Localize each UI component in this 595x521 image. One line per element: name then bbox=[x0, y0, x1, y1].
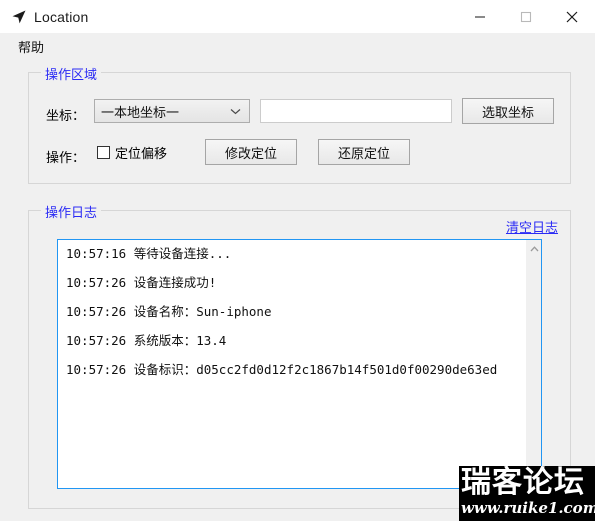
menu-item-help[interactable]: 帮助 bbox=[12, 35, 50, 58]
log-line: 10:57:26 设备名称：Sun-iphone bbox=[66, 304, 272, 319]
watermark-url: www.ruike1.com bbox=[461, 499, 595, 517]
coordinate-select[interactable]: 一本地坐标一 bbox=[94, 99, 250, 123]
coordinate-input[interactable] bbox=[260, 99, 452, 123]
coordinate-select-value: 一本地坐标一 bbox=[101, 105, 180, 121]
operation-label: 操作： bbox=[46, 151, 86, 166]
log-line-list: 10:57:16 等待设备连接... 10:57:26 设备连接成功! 10:5… bbox=[58, 240, 541, 377]
modify-location-button[interactable]: 修改定位 bbox=[205, 139, 297, 165]
log-output-box[interactable]: 10:57:16 等待设备连接... 10:57:26 设备连接成功! 10:5… bbox=[57, 239, 542, 489]
close-icon[interactable] bbox=[549, 0, 595, 33]
log-line: 10:57:26 设备标识：d05cc2fd0d12f2c1867b14f501… bbox=[66, 362, 498, 377]
menu-bar: 帮助 bbox=[0, 34, 595, 59]
client-area: 操作区域 坐标： 一本地坐标一 选取坐标 操作： 定位偏移 修改定位 还原定位 … bbox=[0, 58, 595, 521]
coordinate-label: 坐标： bbox=[46, 109, 86, 124]
log-line: 10:57:26 设备连接成功! bbox=[66, 275, 217, 290]
minimize-icon[interactable] bbox=[457, 0, 503, 33]
log-line: 10:57:26 系统版本：13.4 bbox=[66, 333, 227, 348]
window-title: Location bbox=[34, 8, 89, 25]
log-line: 10:57:16 等待设备连接... bbox=[66, 246, 232, 261]
chevron-down-icon bbox=[230, 100, 241, 122]
pick-coordinate-button[interactable]: 选取坐标 bbox=[462, 98, 554, 124]
title-bar: Location bbox=[0, 0, 595, 34]
location-offset-checkbox[interactable]: 定位偏移 bbox=[97, 143, 167, 162]
watermark-title: 瑞客论坛 bbox=[461, 466, 585, 500]
operation-area-group: 操作区域 坐标： 一本地坐标一 选取坐标 操作： 定位偏移 修改定位 还原定位 bbox=[28, 64, 571, 184]
navigation-arrow-icon bbox=[8, 6, 30, 28]
log-scrollbar[interactable] bbox=[525, 240, 541, 488]
watermark: 瑞客论坛 www.ruike1.com bbox=[459, 466, 595, 521]
chevron-up-icon[interactable] bbox=[526, 240, 541, 257]
operation-area-legend: 操作区域 bbox=[41, 64, 102, 83]
operation-log-legend: 操作日志 bbox=[41, 202, 102, 221]
scrollbar-track[interactable] bbox=[526, 257, 541, 471]
clear-log-link[interactable]: 清空日志 bbox=[506, 217, 558, 236]
location-offset-label: 定位偏移 bbox=[115, 147, 168, 162]
window-controls bbox=[457, 0, 595, 33]
operation-log-group: 操作日志 清空日志 10:57:16 等待设备连接... 10:57:26 设备… bbox=[28, 202, 571, 509]
restore-location-button[interactable]: 还原定位 bbox=[318, 139, 410, 165]
maximize-icon[interactable] bbox=[503, 0, 549, 33]
checkbox-box-icon[interactable] bbox=[97, 146, 110, 159]
